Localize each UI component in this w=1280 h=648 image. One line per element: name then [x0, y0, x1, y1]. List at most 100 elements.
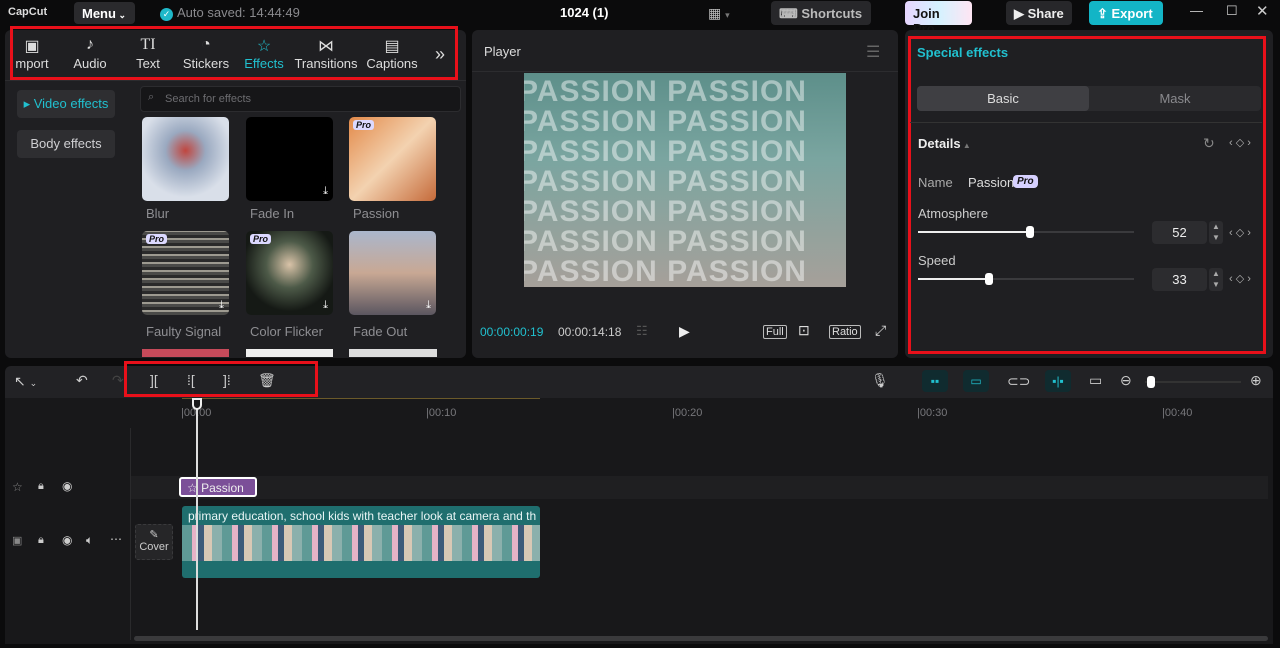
tab-audio[interactable]: ♪ Audio — [61, 30, 119, 80]
current-time: 00:00:00:19 — [480, 325, 544, 339]
video-clip[interactable]: primary education, school kids with teac… — [182, 506, 540, 578]
tab-mask[interactable]: Mask — [1089, 86, 1261, 111]
maximize-button[interactable]: ☐ — [1226, 3, 1238, 19]
video-preview[interactable]: PASSION PASSION PASSION PASSION PASSION … — [524, 73, 846, 287]
play-button[interactable]: ▶ — [679, 323, 690, 340]
fullscreen-icon[interactable]: ⤢ — [875, 322, 886, 339]
name-value: Passion — [968, 175, 1015, 190]
export-label: Export — [1111, 6, 1153, 21]
keyframe-nav[interactable]: ‹ ◇ › — [1229, 136, 1251, 149]
effect-clip-passion[interactable]: ☆ Passion — [179, 477, 257, 497]
slider-handle[interactable] — [985, 273, 994, 285]
panel-divider — [910, 122, 1262, 123]
split-icon[interactable]: ][ — [150, 372, 158, 388]
ratio-button[interactable]: Ratio — [829, 325, 861, 339]
close-button[interactable]: ✕ — [1256, 2, 1269, 20]
player-menu-icon[interactable]: ☰ — [866, 42, 880, 62]
effect-fade-in[interactable]: ⤓ — [246, 117, 333, 201]
cover-button[interactable]: ✎ Cover — [135, 524, 173, 560]
full-quality-button[interactable]: Full — [763, 325, 787, 339]
split-left-icon[interactable]: ⁞[ — [187, 372, 195, 388]
select-tool-icon[interactable]: ↖ ⌄ — [14, 373, 37, 390]
lock-icon[interactable]: 🔒︎ — [38, 480, 44, 493]
tab-stickers[interactable]: ◔ Stickers — [177, 30, 235, 80]
search-icon: ⌕ — [148, 91, 155, 103]
tab-import[interactable]: ▣ mport — [3, 30, 61, 80]
tab-captions[interactable]: ▤ Captions — [359, 30, 425, 80]
tab-effects[interactable]: ☆ Effects — [235, 30, 293, 80]
effect-color-flicker[interactable]: Pro ⤓ — [246, 231, 333, 315]
reset-icon[interactable]: ↻ — [1203, 135, 1215, 152]
microphone-icon[interactable]: 🎙 — [871, 372, 889, 389]
effect-fade-out[interactable]: ⤓ — [349, 231, 436, 315]
effect-blur[interactable] — [142, 117, 229, 201]
more-tabs-button[interactable]: » — [425, 30, 455, 80]
layout-icon[interactable]: ▦ ▾ — [708, 5, 730, 22]
split-right-icon[interactable]: ]⁞ — [223, 372, 231, 388]
effect-faulty-signal[interactable]: Pro ⤓ — [142, 231, 229, 315]
slider-handle[interactable] — [1026, 226, 1035, 238]
timeline-zoom-slider[interactable] — [1145, 376, 1241, 388]
atmosphere-input[interactable]: 52 — [1152, 221, 1207, 244]
horizontal-scrollbar[interactable] — [134, 636, 1268, 641]
zoom-out-icon[interactable]: ⊖ — [1120, 372, 1132, 389]
auto-snap-icon[interactable]: ▭ — [963, 370, 989, 392]
tab-label: Transitions — [294, 56, 358, 71]
effect-clip-icon: ☆ — [187, 481, 202, 495]
category-body-effects[interactable]: Body effects — [17, 130, 115, 158]
lock-icon[interactable]: 🔒︎ — [38, 534, 44, 547]
capcut-logo: CapCut — [8, 6, 48, 18]
ruler-tick: |00:30 — [917, 407, 948, 419]
details-section-toggle[interactable]: Details ▲ — [918, 136, 971, 151]
param-label: Atmosphere — [918, 206, 989, 221]
tab-text[interactable]: TI Text — [119, 30, 177, 80]
redo-icon[interactable]: ↷ — [112, 372, 124, 389]
waveform-icon[interactable]: ☷ — [636, 323, 648, 339]
download-icon: ⤓ — [323, 299, 328, 311]
keyframe-nav[interactable]: ‹ ◇ › — [1229, 226, 1251, 239]
pro-badge: Pro — [146, 234, 168, 244]
keyframe-nav[interactable]: ‹ ◇ › — [1229, 272, 1251, 285]
shortcuts-label: Shortcuts — [801, 6, 863, 21]
slider-handle[interactable] — [1147, 376, 1155, 388]
search-input[interactable]: ⌕ Search for effects — [140, 86, 461, 112]
atmosphere-slider[interactable] — [918, 226, 1134, 238]
shortcuts-button[interactable]: ⌨ Shortcuts — [771, 1, 871, 25]
eye-icon[interactable]: ◉ — [62, 479, 72, 493]
eye-icon[interactable]: ◉ — [62, 533, 72, 547]
zoom-in-icon[interactable]: ⊕ — [1250, 372, 1262, 389]
effect-passion[interactable]: Pro — [349, 117, 436, 201]
pro-badge: Pro — [353, 120, 375, 130]
audio-mute-icon[interactable]: 🔈︎ — [86, 533, 93, 548]
playhead[interactable] — [196, 398, 198, 630]
category-video-effects[interactable]: ▸ Video effects — [17, 90, 115, 118]
preview-axis-icon[interactable]: ▪|▪ — [1045, 370, 1071, 392]
speed-slider[interactable] — [918, 273, 1134, 285]
undo-icon[interactable]: ↶ — [76, 372, 88, 389]
minimize-button[interactable]: — — [1190, 3, 1203, 18]
join-pro-button[interactable]: Join Pro — [905, 1, 972, 36]
menu-button[interactable]: Menu ⌄ — [74, 2, 135, 24]
tab-basic[interactable]: Basic — [917, 86, 1089, 111]
tab-transitions[interactable]: ⋈ Transitions — [293, 30, 359, 80]
effect-label: Fade Out — [353, 324, 408, 339]
speed-stepper[interactable]: ▲ ▼ — [1209, 268, 1223, 291]
atmosphere-stepper[interactable]: ▲ ▼ — [1209, 221, 1223, 244]
stickers-icon: ◔ — [201, 36, 211, 53]
caret-up-icon: ▲ — [960, 141, 971, 150]
fit-icon[interactable]: ⊡ — [798, 322, 810, 339]
playhead-handle[interactable] — [192, 398, 202, 410]
tab-label: Text — [136, 56, 160, 71]
player-title: Player — [484, 44, 521, 59]
tab-label: Effects — [244, 56, 284, 71]
speed-input[interactable]: 33 — [1152, 268, 1207, 291]
overlay-text: PASSION PASSION — [524, 105, 807, 138]
link-icon[interactable]: ⊂⊃ — [1007, 373, 1030, 390]
more-icon[interactable]: ⋯ — [110, 532, 122, 546]
share-button[interactable]: ▶ Share — [1006, 1, 1072, 25]
inspector-title: Special effects — [917, 45, 1009, 60]
delete-icon[interactable]: 🗑 — [258, 372, 276, 389]
main-track-magnet-icon[interactable]: ▪▪ — [922, 370, 948, 392]
export-button[interactable]: ⇪ Export — [1089, 1, 1163, 25]
zoom-fit-icon[interactable]: ▭ — [1089, 372, 1102, 389]
